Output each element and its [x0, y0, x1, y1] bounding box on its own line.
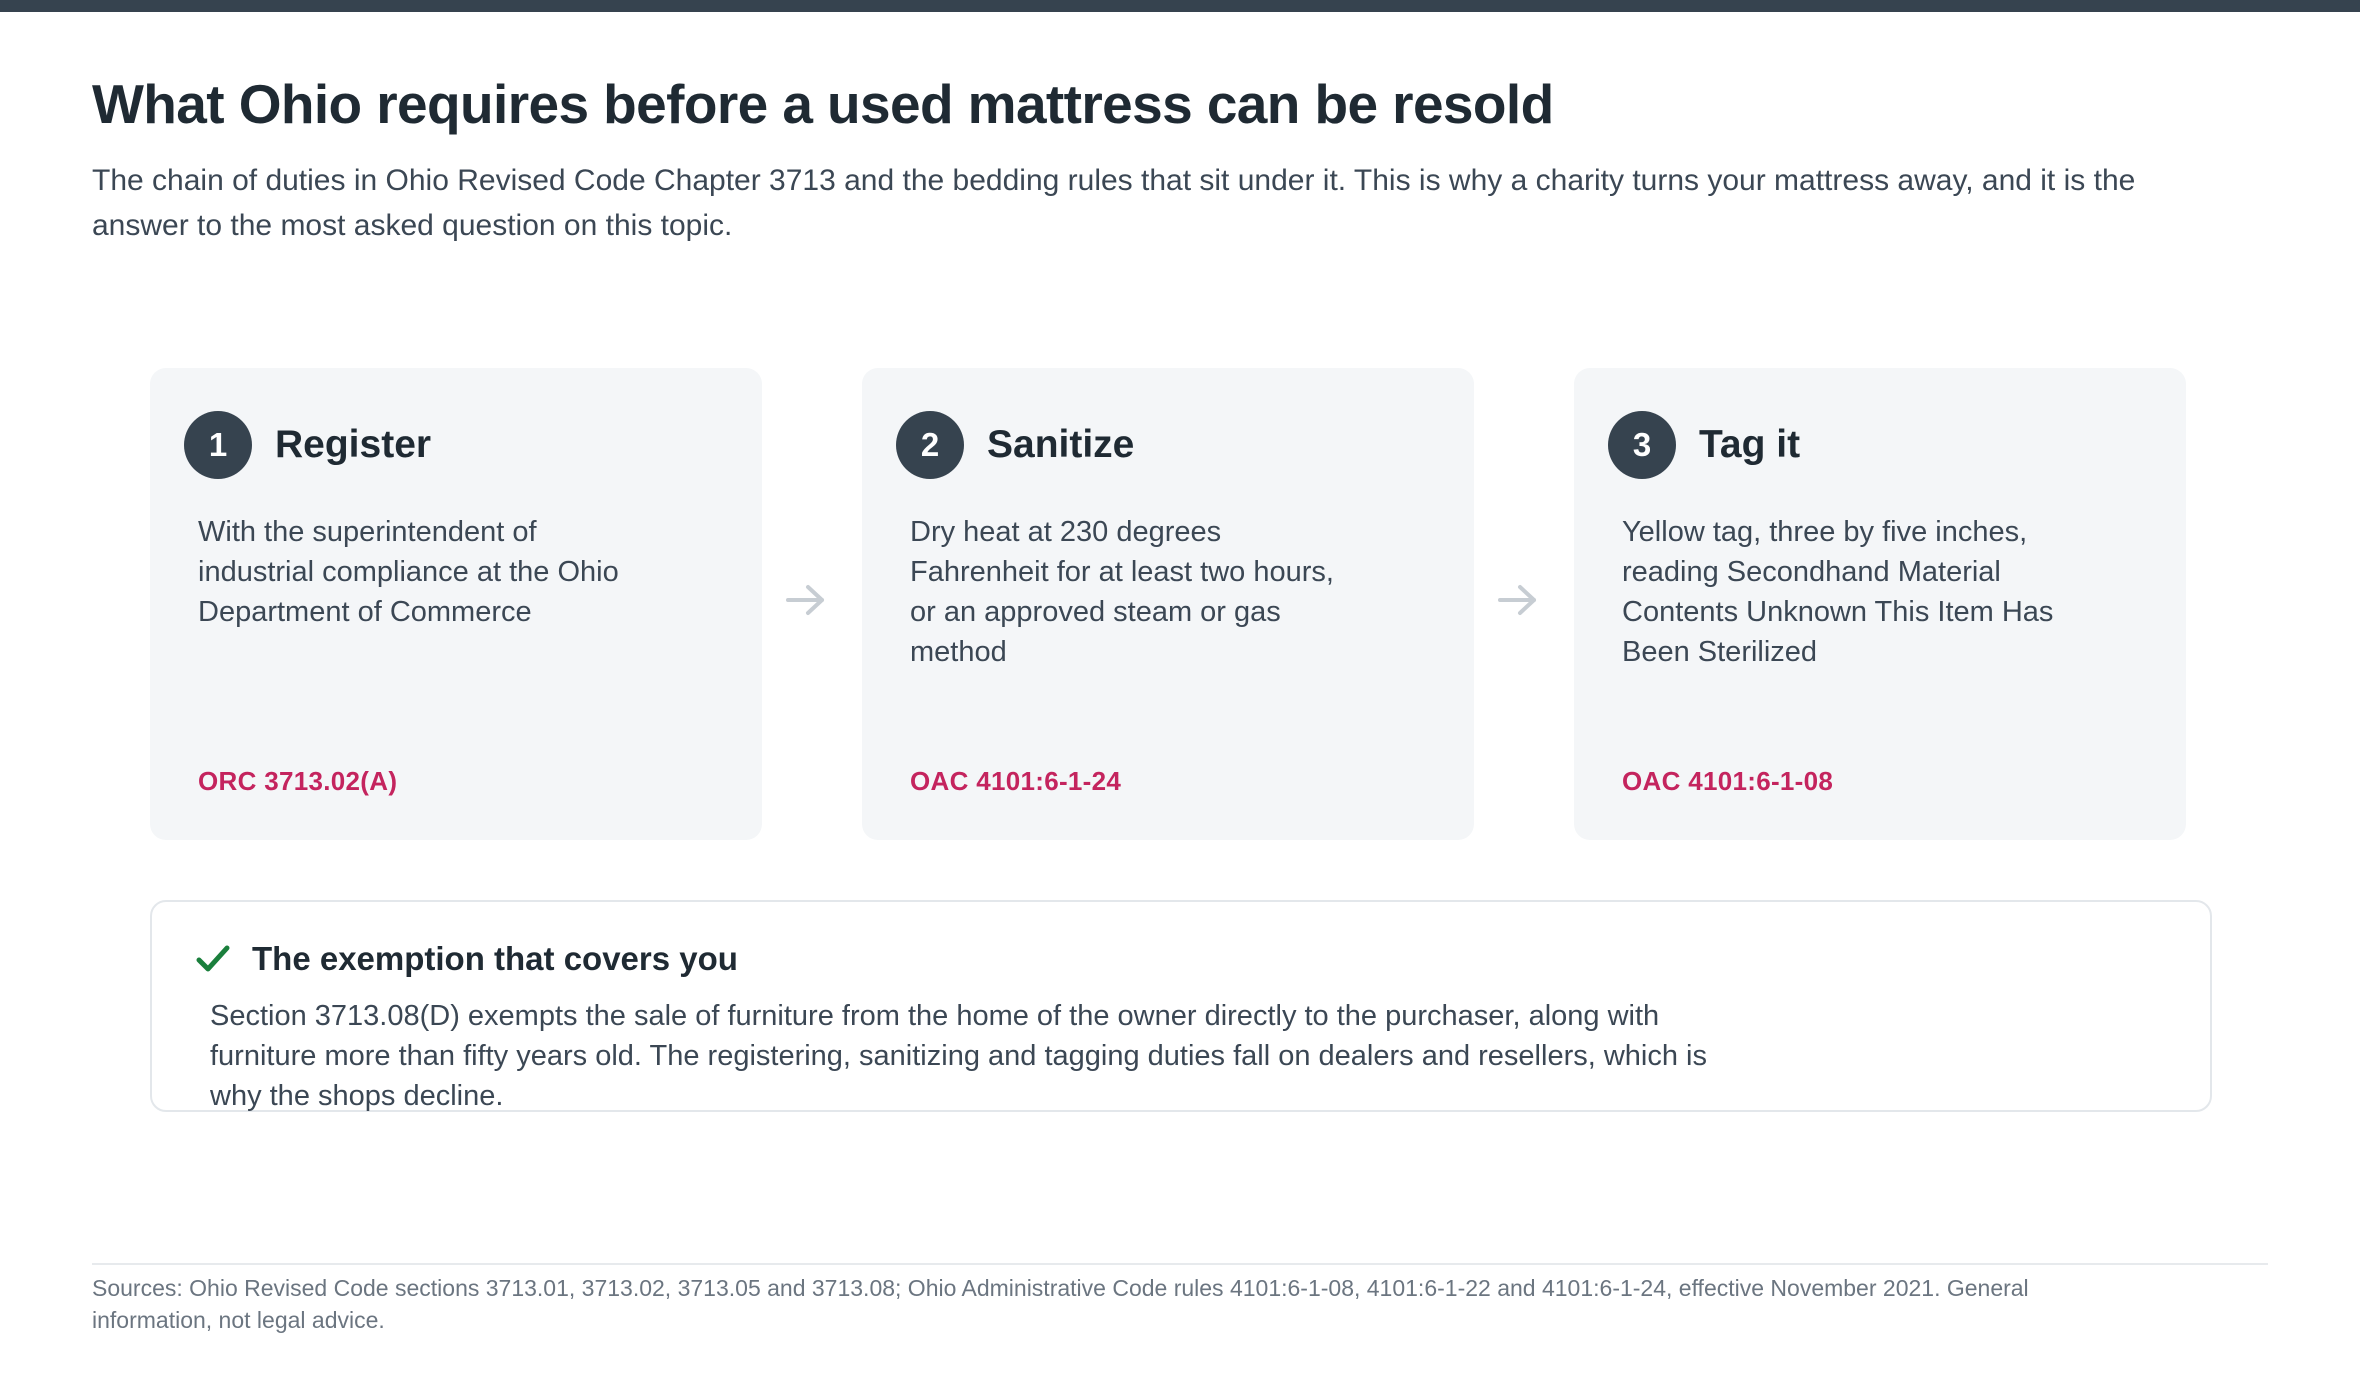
sources-note: Sources: Ohio Revised Code sections 3713… [92, 1275, 2029, 1333]
top-accent-bar [0, 0, 2360, 12]
footer-divider [92, 1263, 2268, 1265]
step-title: Tag it [1699, 423, 1801, 466]
arrow-right-icon [786, 585, 824, 615]
step-card-register: 1 Register With the superintendent of in… [150, 368, 762, 840]
exemption-callout: The exemption that covers you Section 37… [150, 900, 2212, 1112]
step-number-badge: 3 [1608, 411, 1676, 479]
step-number-badge: 2 [896, 411, 964, 479]
step-citation: ORC 3713.02(A) [198, 766, 398, 796]
exemption-header: The exemption that covers you [196, 940, 738, 978]
step-description: With the superintendent of industrial co… [198, 516, 619, 628]
step-citation: OAC 4101:6-1-08 [1622, 766, 1834, 796]
step-card-sanitize: 2 Sanitize Dry heat at 230 degrees Fahre… [862, 368, 1474, 840]
step-header: 2 Sanitize [896, 411, 1134, 479]
arrow-right-icon [1498, 585, 1536, 615]
step-citation: OAC 4101:6-1-24 [910, 766, 1122, 796]
step-card-tag-it: 3 Tag it Yellow tag, three by five inche… [1574, 368, 2186, 840]
step-header: 3 Tag it [1608, 411, 1800, 479]
steps-flow: 1 Register With the superintendent of in… [150, 368, 2186, 840]
check-icon [196, 945, 230, 972]
page-intro: The chain of duties in Ohio Revised Code… [92, 164, 2136, 242]
step-title: Sanitize [987, 423, 1135, 466]
step-number-badge: 1 [184, 411, 252, 479]
exemption-body: Section 3713.08(D) exempts the sale of f… [210, 1000, 1707, 1112]
step-header: 1 Register [184, 411, 431, 479]
page-title: What Ohio requires before a used mattres… [92, 73, 1554, 135]
step-description: Dry heat at 230 degrees Fahrenheit for a… [910, 516, 1334, 668]
step-title: Register [275, 423, 432, 466]
exemption-title: The exemption that covers you [252, 940, 738, 977]
step-description: Yellow tag, three by five inches, readin… [1622, 516, 2054, 668]
